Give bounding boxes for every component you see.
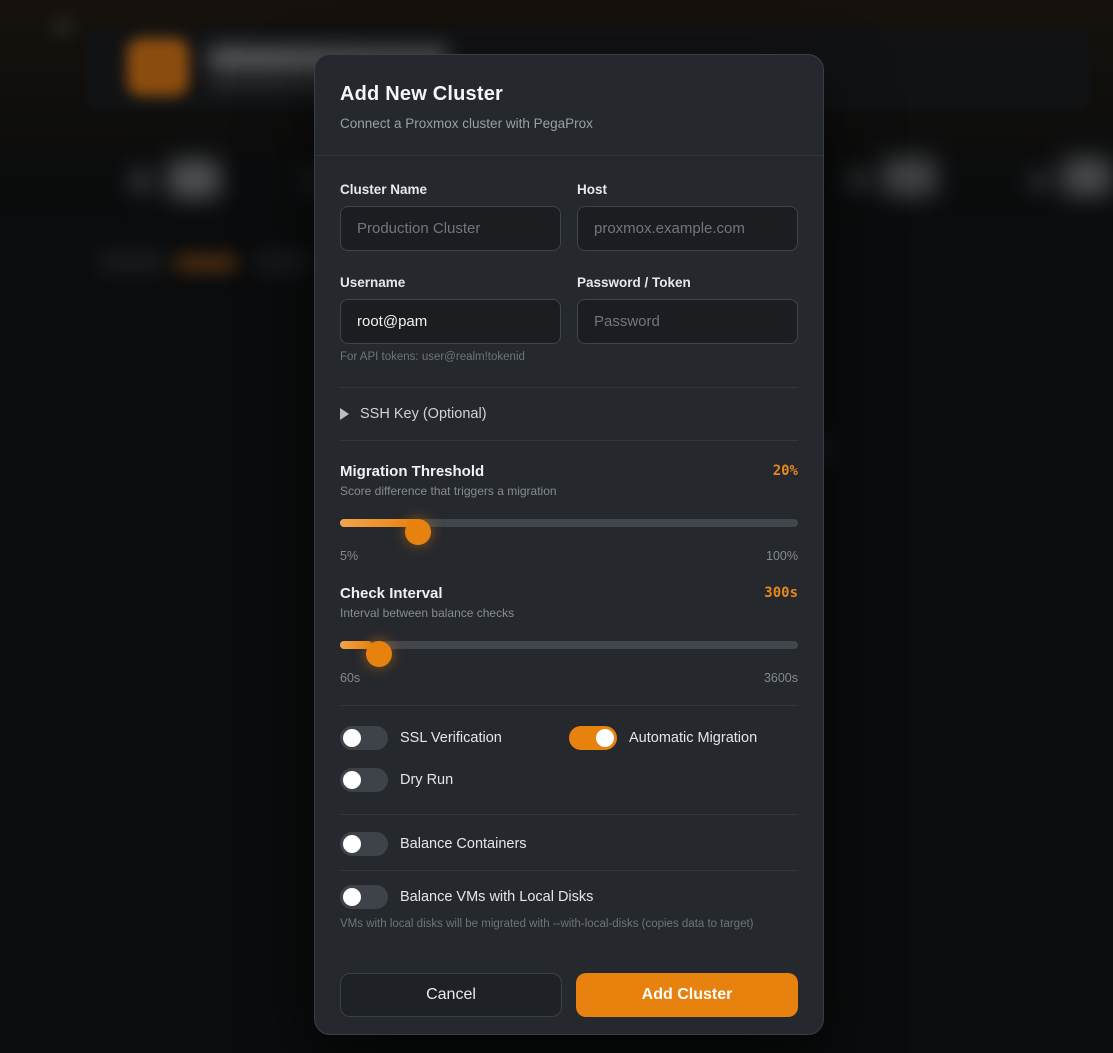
slider-thumb[interactable]: [365, 641, 392, 667]
username-helper: For API tokens: user@realm!tokenid: [340, 351, 525, 363]
balance-vms-toggle[interactable]: Balance VMs with Local Disks: [340, 885, 798, 909]
balance-vms-label: Balance VMs with Local Disks: [400, 889, 594, 905]
host-label: Host: [577, 182, 607, 197]
ssh-key-section-toggle[interactable]: SSH Key (Optional): [340, 388, 798, 440]
cluster-name-input[interactable]: [340, 206, 561, 251]
ssh-key-label: SSH Key (Optional): [360, 406, 487, 422]
ssl-verification-label: SSL Verification: [400, 730, 502, 746]
migration-threshold-max: 100%: [766, 549, 798, 563]
add-cluster-button[interactable]: Add Cluster: [576, 972, 798, 1017]
balance-containers-toggle[interactable]: Balance Containers: [340, 832, 798, 856]
balance-vms-helper: VMs with local disks will be migrated wi…: [340, 918, 754, 930]
password-field: Password / Token: [577, 275, 798, 363]
modal-footer: Cancel Add Cluster: [340, 972, 798, 1017]
username-input[interactable]: [340, 299, 561, 344]
migration-threshold-min: 5%: [340, 549, 359, 563]
switch-knob: [343, 771, 361, 789]
balance-vms-switch[interactable]: [340, 885, 388, 909]
username-label: Username: [340, 275, 406, 290]
check-interval-title: Check Interval: [340, 585, 443, 602]
balance-containers-row: Balance Containers: [340, 815, 798, 856]
migration-threshold-section: Migration Threshold Score difference tha…: [340, 441, 798, 563]
switch-knob: [343, 888, 361, 906]
check-interval-description: Interval between balance checks: [340, 606, 515, 620]
slider-track[interactable]: [340, 641, 798, 649]
modal-subtitle: Connect a Proxmox cluster with PegaProx: [340, 116, 593, 131]
modal-header: Add New Cluster Connect a Proxmox cluste…: [315, 55, 823, 156]
migration-threshold-slider[interactable]: [340, 519, 798, 545]
ssl-verification-toggle[interactable]: SSL Verification: [340, 726, 569, 750]
balance-containers-label: Balance Containers: [400, 836, 527, 852]
cluster-name-label: Cluster Name: [340, 182, 428, 197]
check-interval-value: 300s: [764, 585, 798, 601]
migration-threshold-value: 20%: [772, 463, 798, 479]
check-interval-min: 60s: [340, 671, 361, 685]
cancel-button[interactable]: Cancel: [340, 972, 562, 1017]
cluster-name-field: Cluster Name: [340, 182, 561, 251]
automatic-migration-switch[interactable]: [569, 726, 617, 750]
username-field: Username For API tokens: user@realm!toke…: [340, 275, 561, 363]
add-cluster-modal: Add New Cluster Connect a Proxmox cluste…: [314, 54, 824, 1035]
password-label: Password / Token: [577, 275, 691, 290]
check-interval-section: Check Interval Interval between balance …: [340, 563, 798, 685]
host-input[interactable]: [577, 206, 798, 251]
triangle-right-icon: [340, 408, 349, 420]
host-field: Host: [577, 182, 798, 251]
check-interval-max: 3600s: [763, 671, 798, 685]
password-input[interactable]: [577, 299, 798, 344]
dry-run-switch[interactable]: [340, 768, 388, 792]
options-toggles: SSL Verification Automatic Migration Dry…: [340, 706, 798, 792]
automatic-migration-label: Automatic Migration: [629, 730, 758, 746]
dry-run-toggle[interactable]: Dry Run: [340, 768, 569, 792]
balance-containers-switch[interactable]: [340, 832, 388, 856]
slider-thumb[interactable]: [404, 519, 431, 545]
modal-body: Cluster Name Host Username For API token…: [315, 156, 823, 1017]
app-page: Add New Cluster Connect a Proxmox cluste…: [0, 0, 1113, 1053]
check-interval-slider[interactable]: [340, 641, 798, 667]
switch-knob: [343, 835, 361, 853]
migration-threshold-title: Migration Threshold: [340, 463, 485, 480]
balance-vms-row: Balance VMs with Local Disks VMs with lo…: [340, 871, 798, 933]
dry-run-label: Dry Run: [400, 772, 454, 788]
switch-knob: [343, 729, 361, 747]
automatic-migration-toggle[interactable]: Automatic Migration: [569, 726, 798, 750]
ssl-verification-switch[interactable]: [340, 726, 388, 750]
modal-title: Add New Cluster: [340, 83, 504, 105]
migration-threshold-description: Score difference that triggers a migrati…: [340, 484, 557, 498]
switch-knob: [596, 729, 614, 747]
